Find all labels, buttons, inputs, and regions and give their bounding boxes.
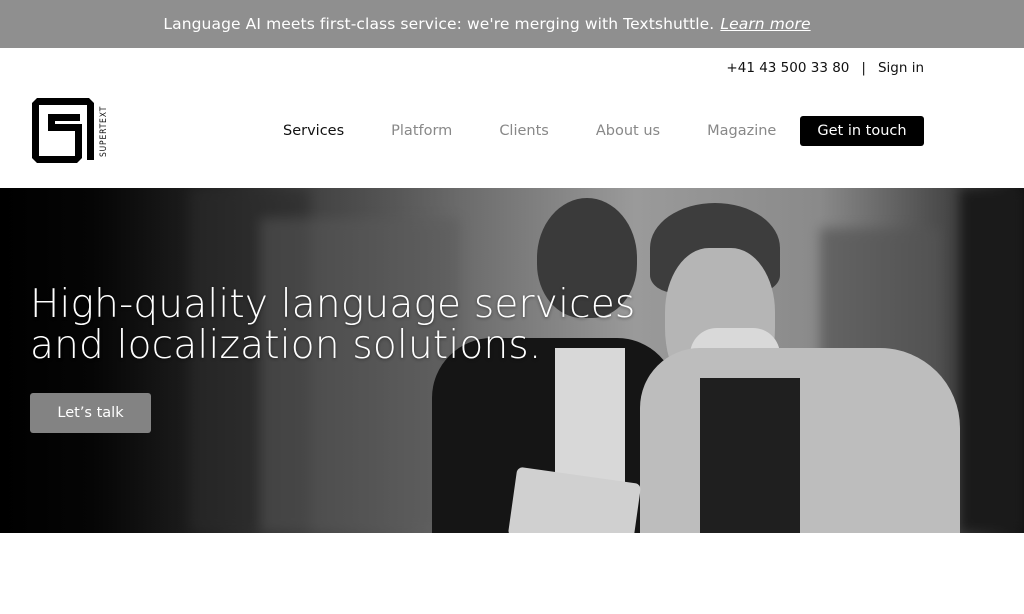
nav-item-clients[interactable]: Clients (499, 123, 549, 139)
learn-more-link[interactable]: Learn more (720, 15, 810, 33)
hero-title: High-quality language services and local… (30, 284, 635, 366)
get-in-touch-button[interactable]: Get in touch (800, 116, 924, 146)
announcement-message: Language AI meets first-class service: w… (163, 15, 715, 33)
main-nav: Services Platform Clients About us Magaz… (283, 118, 823, 144)
hero-banner: High-quality language services and local… (0, 188, 1024, 533)
hero-title-line-1: High-quality language services (30, 282, 636, 327)
hero-title-line-2: and localization solutions. (30, 323, 542, 368)
divider: | (861, 60, 866, 76)
nav-item-magazine[interactable]: Magazine (707, 123, 776, 139)
utility-bar: +41 43 500 33 80 | Sign in (726, 58, 924, 78)
nav-item-services[interactable]: Services (283, 123, 344, 139)
phone-number[interactable]: +41 43 500 33 80 (726, 60, 849, 76)
nav-item-about-us[interactable]: About us (596, 123, 660, 139)
announcement-bar: Language AI meets first-class service: w… (0, 0, 1024, 48)
sign-in-link[interactable]: Sign in (878, 60, 924, 76)
supertext-s-logo-icon (32, 98, 94, 163)
brand-wordmark: SUPERTEXT (99, 105, 109, 157)
nav-item-platform[interactable]: Platform (391, 123, 452, 139)
lets-talk-button[interactable]: Let’s talk (30, 393, 151, 433)
